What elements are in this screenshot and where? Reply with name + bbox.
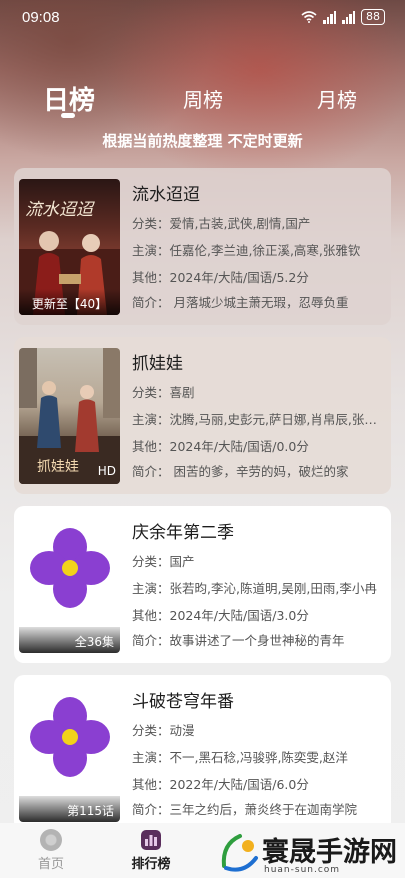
status-time: 09:08 <box>22 9 60 26</box>
status-bar: 09:08 88 <box>0 0 405 36</box>
item-title: 抓娃娃 <box>132 354 183 374</box>
battery-icon: 88 <box>361 9 385 25</box>
status-icons: 88 <box>301 9 385 25</box>
flower-icon <box>30 697 110 777</box>
list-item[interactable]: 全36集 庆余年第二季 分类：国产 主演：张若昀,李沁,陈道明,吴刚,田雨,李小… <box>14 506 391 663</box>
item-other: 其他：2024年/大陆/国语/0.0分 <box>132 439 309 454</box>
item-category: 分类：动漫 <box>132 723 195 738</box>
tab-daily[interactable]: 日榜 <box>43 80 95 117</box>
signal-icon <box>323 10 336 24</box>
poster-title-text: 流水迢迢 <box>25 200 93 220</box>
item-other: 其他：2024年/大陆/国语/3.0分 <box>132 608 309 623</box>
poster-placeholder: 第115话 <box>19 686 120 822</box>
ranking-subtitle: 根据当前热度整理 不定时更新 <box>102 132 303 150</box>
tab-weekly[interactable]: 周榜 <box>183 84 223 113</box>
item-other: 其他：2024年/大陆/国语/5.2分 <box>132 270 309 285</box>
item-cast: 主演：任嘉伦,李兰迪,徐正溪,高寒,张雅钦 <box>132 243 361 258</box>
nav-home[interactable]: 首页 <box>21 829 81 872</box>
item-title: 斗破苍穹年番 <box>132 692 234 712</box>
poster-placeholder: 全36集 <box>19 517 120 653</box>
item-category: 分类：国产 <box>132 554 195 569</box>
signal-icon-2 <box>342 10 355 24</box>
poster-image: 流水迢迢 更新至【40】 <box>19 179 120 315</box>
watermark: 寰晟手游网 huan-sun.com <box>218 828 403 878</box>
item-cast: 主演：不一,黑石稔,冯骏骅,陈奕雯,赵洋 <box>132 750 348 765</box>
item-title: 流水迢迢 <box>132 185 200 205</box>
poster-title-text: 抓娃娃 <box>37 459 79 475</box>
item-cast: 主演：沈腾,马丽,史彭元,萨日娜,肖帛辰,张子贤 <box>132 412 382 427</box>
item-intro: 简介：三年之约后，萧炎终于在迦南学院 <box>132 802 358 817</box>
watermark-title: 寰晟手游网 <box>262 837 397 868</box>
tab-monthly[interactable]: 月榜 <box>317 84 357 113</box>
nav-ranking[interactable]: 排行榜 <box>121 829 181 872</box>
item-cast: 主演：张若昀,李沁,陈道明,吴刚,田雨,李小冉 <box>132 581 377 596</box>
watermark-logo <box>221 834 258 872</box>
item-other: 其他：2022年/大陆/国语/6.0分 <box>132 777 309 792</box>
item-category: 分类：喜剧 <box>132 385 195 400</box>
item-intro: 简介： 月落城少城主萧无瑕，忍辱负重 <box>132 295 349 310</box>
list-item[interactable]: 流水迢迢 更新至【40】 流水迢迢 分类：爱情,古装,武侠,剧情,国产 主演：任… <box>14 168 391 325</box>
item-title: 庆余年第二季 <box>132 523 234 543</box>
poster-image: 抓娃娃 HD <box>19 348 120 484</box>
wifi-icon <box>301 11 317 23</box>
nav-home-label: 首页 <box>37 857 64 872</box>
hd-badge: HD <box>97 464 116 478</box>
item-category: 分类：爱情,古装,武侠,剧情,国产 <box>132 216 311 231</box>
home-icon <box>40 829 62 851</box>
episode-badge: 更新至【40】 <box>19 289 120 315</box>
watermark-url: huan-sun.com <box>264 865 341 875</box>
item-intro: 简介： 困苦的爹，辛劳的妈，破烂的家 <box>132 464 349 479</box>
flower-icon <box>30 528 110 608</box>
active-tab-indicator <box>61 113 75 118</box>
ranking-icon <box>141 830 161 850</box>
list-item[interactable]: 第115话 斗破苍穹年番 分类：动漫 主演：不一,黑石稔,冯骏骅,陈奕雯,赵洋 … <box>14 675 391 832</box>
episode-badge: 第115话 <box>19 796 120 822</box>
nav-ranking-label: 排行榜 <box>131 857 171 872</box>
item-intro: 简介：故事讲述了一个身世神秘的青年 <box>132 633 345 648</box>
episode-badge: 全36集 <box>19 627 120 653</box>
ranking-tabs: 日榜 周榜 月榜 <box>0 78 405 118</box>
list-item[interactable]: 抓娃娃 HD 抓娃娃 分类：喜剧 主演：沈腾,马丽,史彭元,萨日娜,肖帛辰,张子… <box>14 337 391 494</box>
